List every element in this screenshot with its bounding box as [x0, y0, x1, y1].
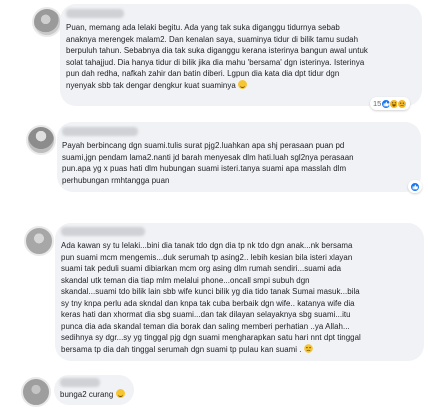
- comment-text-line: berpuluh tahun. Sebabnya dia tak suka di…: [66, 46, 368, 55]
- commenter-avatar[interactable]: [21, 377, 51, 407]
- comment-text-line: nyenyak sbb tak dengar dengkur kuat suam…: [66, 79, 248, 91]
- comment-text-line: bersama tp dia dah tinggal serumah dgn s…: [61, 343, 313, 355]
- commenter-avatar[interactable]: [26, 125, 56, 155]
- comment-text-line: perhubungan rmhtangga puan: [62, 175, 170, 185]
- comment-text-line: bunga2 curang: [60, 389, 125, 400]
- commenter-avatar[interactable]: [24, 226, 54, 256]
- sad-face-emoji-icon: [303, 343, 313, 354]
- commenter-name-redacted[interactable]: [61, 227, 145, 236]
- comment-text-line: Puan, memang ada lelaki begitu. Ada yang…: [66, 23, 340, 32]
- commenter-name-redacted[interactable]: [66, 9, 124, 18]
- comment-text-line: punca dia ada skandal teman dia borak da…: [61, 321, 350, 331]
- reaction-summary[interactable]: [408, 180, 422, 193]
- comment-text-line: anaknya merengek malam2. Dan kenalan say…: [66, 34, 359, 44]
- comment-text-line: solat tahajjud. Dia hanya tidur di bilik…: [66, 57, 365, 67]
- sad-icon: [397, 98, 408, 109]
- comment-text-line: Ada kawan sy tu lelaki...bini dia tanak …: [61, 241, 353, 250]
- reaction-summary[interactable]: 15: [370, 97, 411, 110]
- comment-text-line: pun dah redha, nafkah zahir dan batin di…: [66, 69, 340, 78]
- comment-text-line: pun suami mcm mengemis...duk serumah tp …: [61, 252, 353, 262]
- comment-text-line: sy tny knpa perlu ada skndal dan knpa ta…: [61, 298, 355, 308]
- commenter-name-redacted[interactable]: [62, 127, 138, 136]
- commenter-avatar[interactable]: [32, 7, 62, 37]
- comment-text-line: skandal...suami tdo bilik lain sbb wife …: [61, 287, 360, 296]
- comment-text-line: Payah berbincang dgn suami.tulis surat p…: [62, 141, 345, 150]
- smile-emoji-icon: [238, 79, 248, 89]
- reaction-count: 15: [373, 99, 382, 108]
- comment-text-line: pun.apa yg x puas hati dlm hubungan suam…: [62, 164, 347, 173]
- comment-text-span: bunga2 curang: [60, 390, 114, 399]
- smile-emoji-icon: [115, 389, 125, 398]
- comment-text-line: suami,jgn pendam lama2.nanti jd barah me…: [62, 152, 354, 162]
- comment-text-span: bersama tp dia dah tinggal serumah dgn s…: [61, 344, 302, 354]
- comment-text-line: sedihnya sy dgr...sy yg tinggal pjg dgn …: [61, 333, 361, 342]
- like-icon: [410, 181, 420, 192]
- comment-text-span: nyenyak sbb tak dengar dengkur kuat suam…: [66, 80, 236, 90]
- commenter-name-redacted[interactable]: [60, 378, 100, 387]
- comment-text-line: skandal utk teman dia tiap mlm melalui p…: [61, 275, 310, 285]
- comment-text-line: suami tak peduli suami dibiarkan mcm org…: [61, 264, 342, 273]
- comment-text-line: keras hati dan xhormat dia sbg suami...d…: [61, 310, 351, 319]
